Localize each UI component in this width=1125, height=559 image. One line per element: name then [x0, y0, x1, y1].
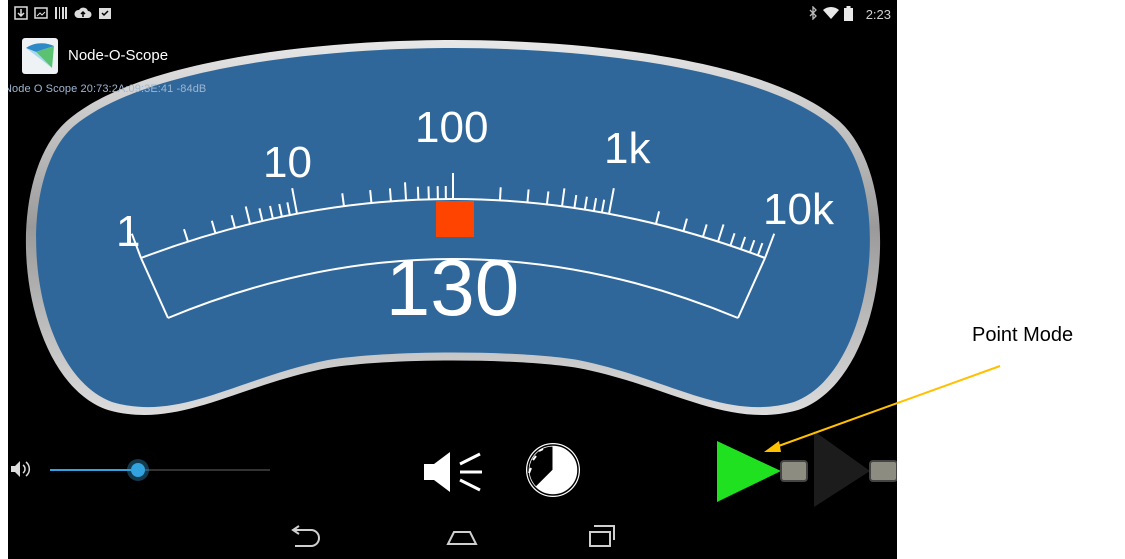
annotation-arrow [764, 365, 1001, 452]
